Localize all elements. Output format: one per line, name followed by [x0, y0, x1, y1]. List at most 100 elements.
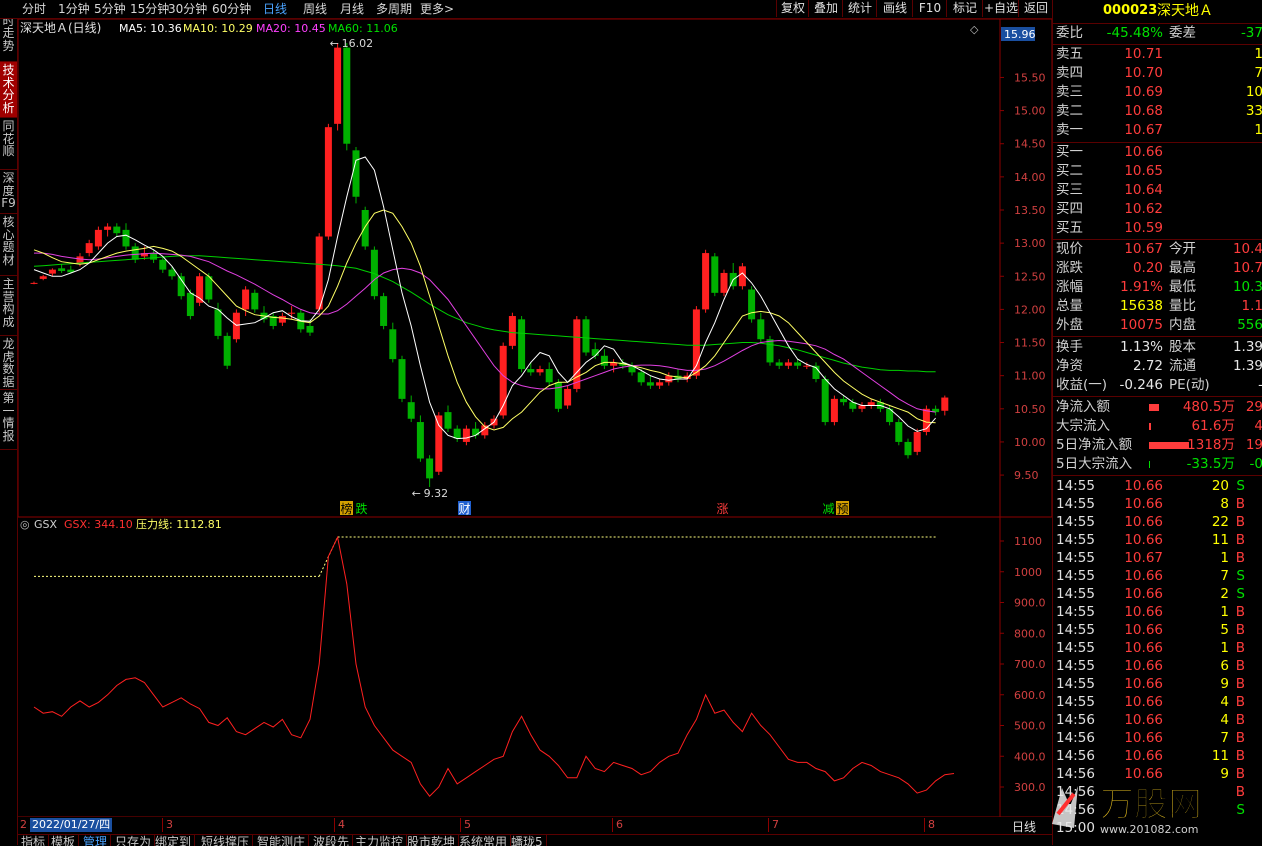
candle-body	[748, 289, 756, 320]
tick-time: 14:55	[1056, 478, 1095, 494]
bids-row-4[interactable]: 买五 10.59	[1053, 219, 1262, 238]
left-tab-7[interactable]: 第一情报	[0, 390, 17, 450]
toolbar-button-1[interactable]: 叠加	[808, 0, 843, 17]
bottom-tab-7[interactable]: 波段先	[310, 835, 354, 846]
stats-value-a: 0.20	[1132, 260, 1163, 276]
toolbar-button-0[interactable]: 复权	[776, 0, 809, 17]
high-note: 16.02	[342, 37, 374, 50]
asks-price: 10.70	[1124, 65, 1163, 81]
y-tick-label-4: 13.50	[1014, 204, 1046, 217]
bottom-tab-11[interactable]: 蟠珑5	[508, 835, 547, 846]
left-tab-1[interactable]: 技术分析	[0, 62, 17, 118]
candle-body	[288, 312, 296, 314]
bids-row-1[interactable]: 买二 10.65	[1053, 162, 1262, 181]
candle-body	[389, 329, 397, 360]
toolbar-button-6[interactable]: +自选	[982, 0, 1019, 17]
bids-row-0[interactable]: 买一 10.66	[1053, 143, 1262, 162]
stats-row-0: 现价 10.67 今开 10.4	[1053, 240, 1262, 259]
period-6[interactable]: 日线	[263, 1, 287, 17]
bottom-tab-1[interactable]: 模板	[48, 835, 80, 846]
candle-body	[380, 296, 388, 326]
asks-label: 卖五	[1056, 46, 1083, 62]
bids-row-3[interactable]: 买四 10.62	[1053, 200, 1262, 219]
candle-body	[830, 398, 838, 423]
bottom-tab-3[interactable]: 只存为	[112, 835, 156, 846]
asks-row-1[interactable]: 卖四 10.70 7	[1053, 64, 1262, 83]
period-10[interactable]: 更多	[420, 1, 444, 17]
candle-body	[48, 269, 56, 274]
period-2[interactable]: 5分钟	[94, 1, 126, 17]
flow-row-0: 净流入额 480.5万 29	[1053, 398, 1262, 417]
toolbar-button-3[interactable]: 画线	[876, 0, 913, 17]
tick-price: 10.66	[1124, 604, 1163, 620]
left-tab-4[interactable]: 核心题材	[0, 214, 17, 276]
period-label[interactable]: 日线	[1012, 818, 1036, 835]
period-0[interactable]: 分时	[22, 1, 46, 17]
bids-label: 买一	[1056, 144, 1083, 160]
candle-body	[131, 246, 139, 260]
asks-row-0[interactable]: 卖五 10.71 1	[1053, 45, 1262, 64]
bottom-tab-4[interactable]: 绑定到	[152, 835, 196, 846]
toolbar-button-5[interactable]: 标记	[946, 0, 983, 17]
asks-row-4[interactable]: 卖一 10.67 1	[1053, 121, 1262, 140]
event-marker-1[interactable]: 跌	[356, 501, 368, 516]
tick-side: B	[1235, 640, 1245, 656]
more-arrow-icon[interactable]: >	[444, 1, 454, 17]
bottom-tab-5[interactable]: 短线撑压	[198, 835, 254, 846]
tick-time: 14:55	[1056, 586, 1095, 602]
toolbar-button-2[interactable]: 统计	[842, 0, 877, 17]
tick-time: 14:55	[1056, 514, 1095, 530]
y-tick-label-10: 10.50	[1014, 403, 1046, 416]
period-3[interactable]: 15分钟	[130, 1, 169, 17]
left-tab-3[interactable]: 深度F9	[0, 170, 17, 214]
stats-value-b: 556	[1237, 317, 1262, 333]
bottom-tab-6[interactable]: 智能测庄	[254, 835, 310, 846]
current-price-tag: 15.96	[1004, 28, 1036, 41]
candle-body	[913, 431, 921, 452]
bottom-tab-2[interactable]: 管理	[80, 835, 112, 846]
tick-row-0: 14:55 10.66 20 S	[1053, 477, 1262, 495]
period-4[interactable]: 30分钟	[168, 1, 207, 17]
bids-label: 买五	[1056, 220, 1083, 236]
candle-body	[186, 292, 194, 317]
period-1[interactable]: 1分钟	[58, 1, 90, 17]
candle-body	[545, 369, 553, 383]
quote-panel: 000023 深天地Ａ 委比 -45.48% 委差 -37 卖五 10.71 1 卖四 10.70 7…	[1052, 0, 1262, 845]
tick-row-1: 14:55 10.66 8 B	[1053, 495, 1262, 513]
flow-label: 净流入额	[1056, 399, 1110, 415]
flow-bar	[1149, 461, 1150, 468]
asks-row-3[interactable]: 卖二 10.68 33	[1053, 102, 1262, 121]
bottom-tab-10[interactable]: 系统常用	[456, 835, 512, 846]
period-8[interactable]: 月线	[340, 1, 364, 17]
candle-body	[435, 415, 443, 472]
left-tab-5[interactable]: 主营构成	[0, 276, 17, 336]
indicator-settings-icon[interactable]: ◎	[20, 518, 30, 531]
tick-row-10: 14:55 10.66 6 B	[1053, 657, 1262, 675]
y-tick-label-0: 15.50	[1014, 71, 1046, 84]
bottom-tab-0[interactable]: 指标	[18, 835, 50, 846]
bids-row-2[interactable]: 买三 10.64	[1053, 181, 1262, 200]
period-7[interactable]: 周线	[303, 1, 327, 17]
stats-value-a: 15638	[1120, 298, 1163, 314]
toolbar-button-7[interactable]: 返回	[1018, 0, 1053, 17]
bottom-tab-9[interactable]: 股市乾坤	[404, 835, 460, 846]
toolbar-button-4[interactable]: F10	[912, 0, 947, 17]
bottom-tab-8[interactable]: 主力监控	[352, 835, 408, 846]
kline-chart[interactable]: 深天地Ａ(日线) MA5: 10.36 MA10: 10.29 MA20: 10.45…	[18, 19, 1052, 817]
event-marker-0[interactable]: 榜	[341, 501, 353, 516]
period-9[interactable]: 多周期	[376, 1, 412, 17]
left-tab-6[interactable]: 龙虎数据	[0, 336, 17, 390]
period-5[interactable]: 60分钟	[212, 1, 251, 17]
month-label-1: 4	[334, 818, 345, 832]
candle-body	[904, 441, 912, 456]
candle-body	[840, 398, 848, 403]
event-marker-4[interactable]: 减	[823, 502, 835, 516]
event-marker-3[interactable]: 涨	[717, 501, 729, 516]
left-tab-2[interactable]: 同花顺	[0, 118, 17, 170]
event-marker-2[interactable]: 财	[459, 502, 471, 516]
settings-diamond-icon[interactable]: ◇	[970, 23, 979, 36]
tick-row-2: 14:55 10.66 22 B	[1053, 513, 1262, 531]
asks-row-2[interactable]: 卖三 10.69 10	[1053, 83, 1262, 102]
event-marker-5[interactable]: 预	[837, 502, 849, 516]
tick-price: 10.66	[1124, 568, 1163, 584]
